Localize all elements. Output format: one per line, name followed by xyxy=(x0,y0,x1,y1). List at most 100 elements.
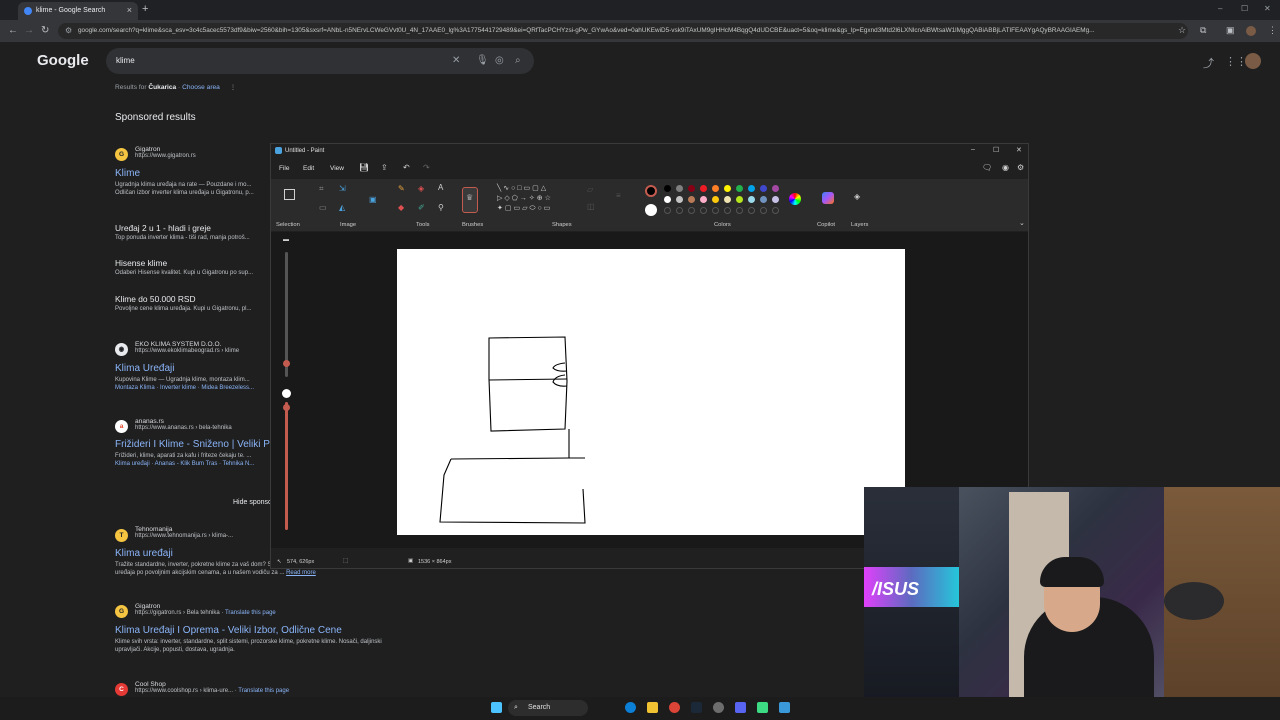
steam-icon[interactable] xyxy=(691,702,702,713)
image-select-icon[interactable]: ▣ xyxy=(369,195,377,204)
taskbar-search[interactable]: ⌕ Search xyxy=(508,700,588,716)
shapes-gallery[interactable]: ╲∿○□▭▢△ ▷◇⬠→✧⊕☆ ✦▢▭▱⬭○▭ xyxy=(497,184,575,214)
new-tab-icon[interactable]: + xyxy=(142,3,148,15)
palette-color-swatch[interactable] xyxy=(712,196,719,203)
share-icon[interactable]: ⇪ xyxy=(381,163,388,172)
sitelink[interactable]: Hisense klime Odaberi Hisense kvalitet. … xyxy=(115,258,253,276)
menu-edit[interactable]: Edit xyxy=(303,165,314,172)
custom-color-slot[interactable] xyxy=(760,207,767,214)
opacity-slider[interactable] xyxy=(285,402,288,530)
ad-url[interactable]: https://www.gigatron.rs xyxy=(135,153,196,159)
custom-color-slot[interactable] xyxy=(700,207,707,214)
palette-color-swatch[interactable] xyxy=(760,196,767,203)
settings-gear-icon[interactable]: ⚙ xyxy=(1017,163,1024,172)
palette-color-swatch[interactable] xyxy=(664,185,671,192)
menu-dots-icon[interactable]: ⋮ xyxy=(1268,25,1277,36)
lens-icon[interactable]: ◎ xyxy=(495,48,504,74)
paint-taskbar-icon[interactable] xyxy=(779,702,790,713)
rotate-icon[interactable]: ▭ xyxy=(319,203,327,212)
sitelink[interactable]: Klime do 50.000 RSD Povoljne cene klima … xyxy=(115,294,251,312)
translate-link[interactable]: Translate this page xyxy=(225,610,276,616)
reload-icon[interactable]: ↻ xyxy=(41,25,49,36)
ad-url[interactable]: https://www.ananas.rs › bela-tehnika xyxy=(135,425,232,431)
palette-color-swatch[interactable] xyxy=(772,196,779,203)
opacity-slider-thumb[interactable] xyxy=(283,404,290,411)
ad-title[interactable]: Klima Uređaji xyxy=(115,363,254,374)
palette-color-swatch[interactable] xyxy=(676,196,683,203)
sitelink-title[interactable]: Hisense klime xyxy=(115,258,253,268)
undo-icon[interactable]: ↶ xyxy=(403,163,410,172)
close-tab-icon[interactable]: × xyxy=(127,5,132,15)
close-window-icon[interactable]: ✕ xyxy=(1264,4,1271,13)
palette-color-swatch[interactable] xyxy=(736,196,743,203)
custom-color-slot[interactable] xyxy=(676,207,683,214)
palette-color-swatch[interactable] xyxy=(748,185,755,192)
layers-icon[interactable]: ◈ xyxy=(854,192,860,201)
back-icon[interactable]: ← xyxy=(8,25,18,36)
palette-color-swatch[interactable] xyxy=(772,185,779,192)
custom-color-slot[interactable] xyxy=(748,207,755,214)
crop-icon[interactable]: ⌗ xyxy=(319,184,324,194)
choose-area-link[interactable]: Choose area xyxy=(182,84,220,91)
share-icon[interactable]: ⤴ xyxy=(1203,55,1214,71)
copilot-icon[interactable] xyxy=(822,192,834,204)
fill-icon[interactable]: ◈ xyxy=(418,184,424,193)
palette-color-swatch[interactable] xyxy=(748,196,755,203)
site-info-icon[interactable]: ⚙ xyxy=(65,23,72,39)
redo-icon[interactable]: ↷ xyxy=(423,163,430,172)
drawing-canvas[interactable] xyxy=(397,249,905,535)
resize-icon[interactable]: ⇲ xyxy=(339,184,346,193)
minimize-icon[interactable]: – xyxy=(1218,4,1222,13)
search-icon[interactable]: ⌕ xyxy=(515,48,521,74)
brush-selector[interactable]: ♛ xyxy=(462,187,478,213)
custom-color-slot[interactable] xyxy=(712,207,719,214)
save-icon[interactable]: 💾︎ xyxy=(359,163,369,172)
pencil-icon[interactable]: ✎ xyxy=(398,184,405,193)
ad-sitelinks[interactable]: Klima uređaji · Ananas - Klik Bum Tras ·… xyxy=(115,461,284,467)
forward-icon[interactable]: → xyxy=(24,25,34,36)
paint-maximize-icon[interactable]: ☐ xyxy=(993,146,999,154)
comment-icon[interactable]: 🗨︎ xyxy=(982,163,992,172)
flip-icon[interactable]: ◭ xyxy=(339,203,345,212)
custom-color-slot[interactable] xyxy=(688,207,695,214)
read-more-link[interactable]: Read more xyxy=(286,570,316,576)
ad-sitelinks[interactable]: Montaza Klima · Inverter klime · Midea B… xyxy=(115,385,254,391)
bookmark-star-icon[interactable]: ☆ xyxy=(1178,25,1186,36)
ad-url[interactable]: https://www.ekoklimabeograd.rs › klime xyxy=(135,348,239,354)
google-logo[interactable]: Google xyxy=(37,52,89,69)
paint-close-icon[interactable]: ✕ xyxy=(1016,146,1022,154)
color-picker-icon[interactable]: ✐ xyxy=(418,203,425,212)
ad-title[interactable]: Klime xyxy=(115,168,254,179)
palette-color-swatch[interactable] xyxy=(712,185,719,192)
avatar[interactable] xyxy=(1245,53,1261,69)
profile-avatar[interactable] xyxy=(1246,26,1256,36)
file-explorer-icon[interactable] xyxy=(647,702,658,713)
paint-minimize-icon[interactable]: – xyxy=(971,146,975,153)
sitelink-title[interactable]: Klime do 50.000 RSD xyxy=(115,294,251,304)
size-slider-thumb[interactable] xyxy=(283,360,290,367)
palette-color-swatch[interactable] xyxy=(700,196,707,203)
color-2-swatch[interactable] xyxy=(645,204,657,216)
maximize-icon[interactable]: ☐ xyxy=(1241,4,1248,13)
palette-color-swatch[interactable] xyxy=(688,196,695,203)
menu-view[interactable]: View xyxy=(330,165,344,172)
sitelink-title[interactable]: Uređaj 2 u 1 - hladi i greje xyxy=(115,223,250,233)
search-input[interactable]: klime ✕ 🎙︎ ◎ ⌕ xyxy=(106,48,534,74)
more-options-icon[interactable]: ⋮ xyxy=(230,84,237,91)
ad-title[interactable]: Frižideri I Klime - Sniženo | Veliki Po.… xyxy=(115,439,284,450)
palette-color-swatch[interactable] xyxy=(676,185,683,192)
custom-color-slot[interactable] xyxy=(724,207,731,214)
text-icon[interactable]: A xyxy=(438,183,443,192)
color-1-swatch[interactable] xyxy=(645,185,657,197)
translate-link[interactable]: Translate this page xyxy=(238,688,289,694)
discord-icon[interactable] xyxy=(735,702,746,713)
menu-file[interactable]: File xyxy=(279,165,289,172)
shape-outline-icon[interactable]: ▱ xyxy=(587,185,593,194)
palette-color-swatch[interactable] xyxy=(760,185,767,192)
url-field[interactable]: ⚙ google.com/search?q=klime&sca_esv=3c4c… xyxy=(58,23,1188,39)
result-url[interactable]: https://gigatron.rs › Bela tehnika xyxy=(135,610,220,616)
profile-icon[interactable]: ◉ xyxy=(1002,163,1009,172)
clear-icon[interactable]: ✕ xyxy=(452,48,460,74)
magnifier-icon[interactable]: ⚲ xyxy=(438,203,444,212)
sitelink[interactable]: Uređaj 2 u 1 - hladi i greje Top ponuda … xyxy=(115,223,250,241)
